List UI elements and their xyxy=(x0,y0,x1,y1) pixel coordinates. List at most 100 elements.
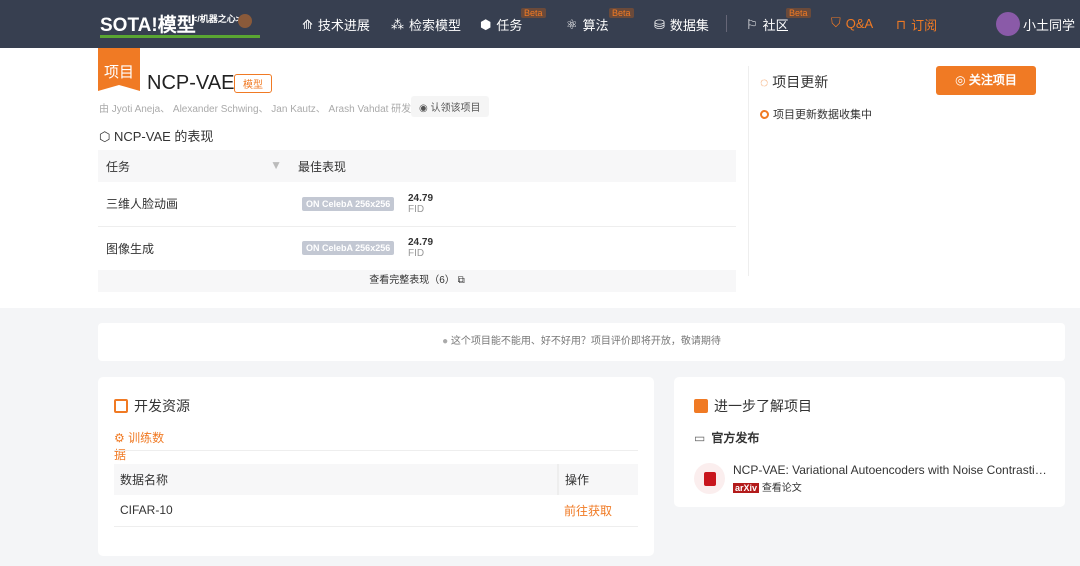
hexagon-icon: ⬡ xyxy=(99,129,114,144)
updates-title-text: 项目更新 xyxy=(772,74,829,90)
arxiv-logo: arXiv xyxy=(733,483,760,493)
circle-icon xyxy=(760,109,769,119)
section-text: 官方发布 xyxy=(711,431,760,445)
col-name: 数据名称 xyxy=(114,464,558,495)
face-icon: ● xyxy=(442,336,451,347)
nav-subscribe[interactable]: ⊓ 订阅 xyxy=(896,15,937,34)
score-value: 24.79 xyxy=(408,192,434,204)
evaluation-notice: ● 这个项目能不能用、好不好用？项目评价即将开放，敬请期待 xyxy=(98,323,1065,361)
logo-sub: </机器之心> xyxy=(192,14,242,24)
chat-bubble-icon: ◌ xyxy=(760,74,773,90)
dataset-table: 数据名称 操作 CIFAR-10 前往获取 xyxy=(114,464,638,527)
user-icon: ◉ xyxy=(419,103,431,114)
card-title: 进一步了解项目 xyxy=(694,396,812,416)
layers-icon: ⬢ xyxy=(480,16,492,32)
nav-datasets[interactable]: ⛁ 数据集 xyxy=(654,15,709,34)
nav-tasks[interactable]: ⬢ 任务 Beta xyxy=(480,8,546,34)
tab-divider xyxy=(114,450,638,451)
table-row: CIFAR-10 前往获取 xyxy=(114,495,638,527)
monitor-icon: ▭ xyxy=(694,430,706,445)
beta-badge: Beta xyxy=(609,8,634,18)
nav-search-models[interactable]: ⁂ 检索模型 xyxy=(391,15,461,34)
learn-more-card: 进一步了解项目 ▭ 官方发布 NCP-VAE: Variational Autoe… xyxy=(674,377,1065,507)
col-task[interactable]: 任务 ▼ xyxy=(98,150,290,182)
tree-icon: ⟰ xyxy=(302,16,313,32)
nav-label: 数据集 xyxy=(669,18,709,33)
view-paper-link[interactable]: 查看论文 xyxy=(762,483,802,494)
type-tag: 模型 xyxy=(234,74,272,93)
flag-icon: ⚐ xyxy=(746,16,758,32)
gear-window-icon xyxy=(114,399,128,413)
nav-divider xyxy=(726,15,727,32)
metric-label: FID xyxy=(408,248,425,259)
title-text: 进一步了解项目 xyxy=(714,398,812,414)
claim-label: 认领该项目 xyxy=(430,103,481,114)
task-name[interactable]: 三维人脸动画 xyxy=(98,182,290,227)
target-icon: ◎ xyxy=(955,73,969,87)
document-icon xyxy=(694,463,725,494)
mascot-icon xyxy=(238,14,252,28)
logo[interactable]: SOTA!模型 </机器之心> xyxy=(100,10,260,38)
dataset-name: CIFAR-10 xyxy=(114,495,558,527)
updates-title: ◌ 项目更新 xyxy=(760,72,828,92)
dev-resources-card: 开发资源 ⚙ 训练数据 数据名称 操作 CIFAR-10 前往获取 xyxy=(98,377,654,556)
score-value: 24.79 xyxy=(408,237,434,248)
atom-icon: ⚛ xyxy=(566,16,578,32)
nav-label: 订阅 xyxy=(911,18,938,33)
col-best: 最佳表现 xyxy=(290,150,736,182)
database-icon: ⛁ xyxy=(654,16,665,32)
metric-label: FID xyxy=(408,203,425,215)
notebook-icon xyxy=(694,399,708,413)
avatar[interactable] xyxy=(996,12,1020,36)
nav-label: Q&A xyxy=(845,15,874,31)
paper-title[interactable]: NCP-VAE: Variational Autoencoders with N… xyxy=(733,463,1047,477)
section-title: ▭ 官方发布 xyxy=(694,429,759,446)
user-name[interactable]: 小土同学 xyxy=(1023,15,1075,34)
update-item: 项目更新数据收集中 xyxy=(760,106,872,122)
nav-label: 检索模型 xyxy=(409,18,462,33)
external-link-icon: ⧉ xyxy=(457,275,465,286)
user-label: 小土同学 xyxy=(1023,18,1076,33)
nav-tech-progress[interactable]: ⟰ 技术进展 xyxy=(302,15,370,34)
task-name[interactable]: 图像生成 xyxy=(98,226,290,271)
performance-title: ⬡ NCP-VAE 的表现 xyxy=(99,126,213,145)
filter-icon[interactable]: ▼ xyxy=(270,158,282,172)
nav-label: 任务 xyxy=(496,18,523,33)
update-text: 项目更新数据收集中 xyxy=(773,109,872,121)
claim-project-button[interactable]: ◉ 认领该项目 xyxy=(411,96,489,117)
nav-label: 技术进展 xyxy=(317,18,370,33)
data-icon: ⚙ xyxy=(114,431,129,445)
beta-badge: Beta xyxy=(786,8,811,18)
get-dataset-link[interactable]: 前往获取 xyxy=(558,495,638,527)
nav-community[interactable]: ⚐ 社区 Beta xyxy=(746,8,811,34)
col-action: 操作 xyxy=(557,464,638,495)
follow-project-button[interactable]: ◎ 关注项目 xyxy=(936,66,1036,95)
nodes-icon: ⁂ xyxy=(391,16,404,32)
follow-label: 关注项目 xyxy=(968,73,1017,87)
header-label: 任务 xyxy=(106,159,131,174)
logo-text: SOTA!模型 xyxy=(100,15,196,36)
view-full-performance-link[interactable]: 查看完整表现（6） ⧉ xyxy=(98,270,736,292)
page-title: NCP-VAE xyxy=(147,72,235,94)
project-badge: 项目 xyxy=(98,48,140,91)
eval-text: 这个项目能不能用、好不好用？项目评价即将开放，敬请期待 xyxy=(450,336,721,347)
table-row[interactable]: 图像生成 ON CelebA 256x256 24.79 FID xyxy=(98,226,736,271)
paper-item[interactable]: NCP-VAE: Variational Autoencoders with N… xyxy=(694,463,1047,494)
nav-label: 算法 xyxy=(582,18,609,33)
dataset-chip: ON CelebA 256x256 xyxy=(302,241,395,256)
bookmark-icon: ⊓ xyxy=(896,16,907,32)
table-row[interactable]: 三维人脸动画 ON CelebA 256x256 24.79 FID xyxy=(98,182,736,227)
performance-table: 任务 ▼ 最佳表现 三维人脸动画 ON CelebA 256x256 24.79 FID … xyxy=(98,150,736,271)
card-title: 开发资源 xyxy=(114,396,190,416)
beta-badge: Beta xyxy=(521,8,546,18)
nav-algorithms[interactable]: ⚛ 算法 Beta xyxy=(566,8,634,34)
perf-title-text: NCP-VAE 的表现 xyxy=(113,129,214,144)
dataset-chip: ON CelebA 256x256 xyxy=(302,196,395,211)
divider xyxy=(748,66,749,276)
top-nav: SOTA!模型 </机器之心> ⟰ 技术进展 ⁂ 检索模型 ⬢ 任务 Beta ⚛ 算法 Be… xyxy=(0,0,1080,48)
nav-label: 社区 xyxy=(762,18,789,33)
nav-qa[interactable]: ⛉ Q&A xyxy=(831,15,873,31)
question-shield-icon: ⛉ xyxy=(831,15,841,30)
more-label: 查看完整表现（6） xyxy=(369,275,455,286)
authors: 由 Jyoti Aneja、 Alexander Schwing、 Jan Ka… xyxy=(99,104,412,115)
